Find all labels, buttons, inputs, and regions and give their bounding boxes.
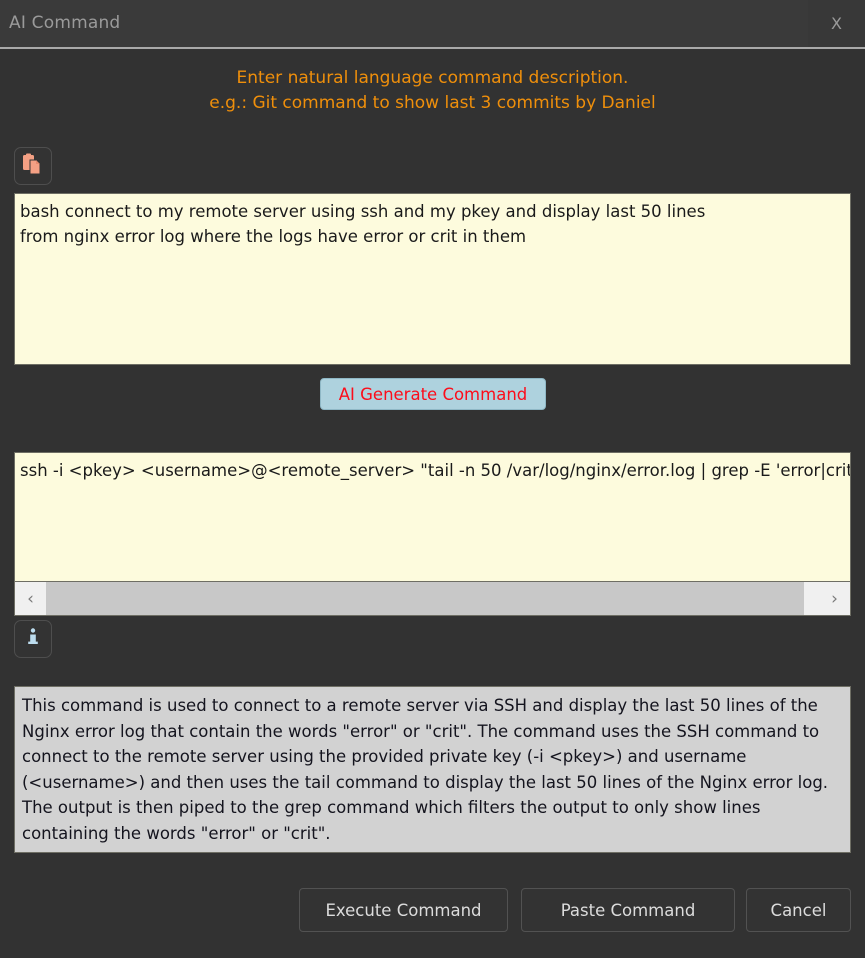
paste-from-clipboard-button[interactable]: [14, 147, 52, 185]
close-x-icon: X: [831, 14, 842, 33]
instruction-line-2: e.g.: Git command to show last 3 commits…: [209, 93, 656, 113]
command-info-button[interactable]: [14, 620, 52, 658]
paste-command-button[interactable]: Paste Command: [521, 888, 735, 932]
command-horizontal-scrollbar[interactable]: ‹ ›: [14, 582, 851, 616]
cancel-label: Cancel: [770, 900, 827, 920]
instruction-line-1: Enter natural language command descripti…: [236, 68, 629, 88]
generated-command-output[interactable]: ssh -i <pkey> <username>@<remote_server>…: [14, 452, 851, 582]
title-bar: AI Command X: [0, 0, 865, 49]
natural-language-input[interactable]: bash connect to my remote server using s…: [14, 193, 851, 365]
chevron-left-icon[interactable]: ‹: [15, 582, 46, 615]
window-title: AI Command: [9, 13, 121, 33]
ai-generate-command-button[interactable]: AI Generate Command: [320, 378, 546, 410]
instructions-text: Enter natural language command descripti…: [0, 66, 865, 116]
ai-command-dialog: AI Command X Enter natural language comm…: [0, 0, 865, 958]
info-icon: [22, 626, 44, 652]
scrollbar-track[interactable]: [46, 582, 819, 615]
execute-command-button[interactable]: Execute Command: [299, 888, 508, 932]
execute-command-label: Execute Command: [325, 900, 482, 920]
command-description-text: This command is used to connect to a rem…: [14, 686, 851, 853]
cancel-button[interactable]: Cancel: [746, 888, 851, 932]
paste-command-label: Paste Command: [560, 900, 696, 920]
clipboard-paste-icon: [21, 152, 45, 180]
close-button[interactable]: X: [808, 0, 865, 47]
chevron-right-icon[interactable]: ›: [819, 582, 850, 615]
scrollbar-thumb[interactable]: [46, 582, 804, 615]
ai-generate-command-label: AI Generate Command: [338, 384, 528, 404]
